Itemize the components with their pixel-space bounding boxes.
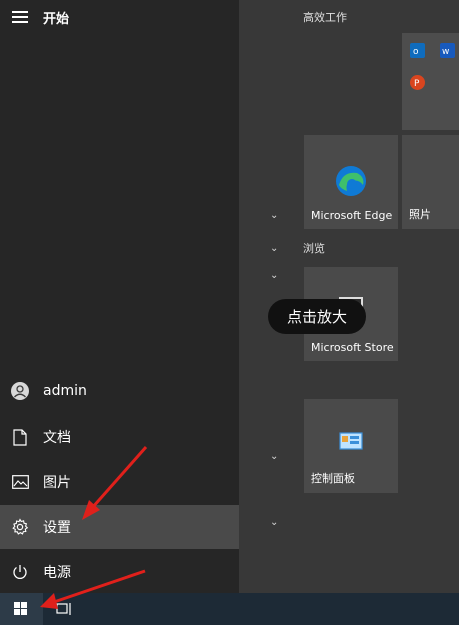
power-label: 电源 xyxy=(43,565,71,581)
photos-tile-label: 照片 xyxy=(409,208,431,221)
settings-label: 设置 xyxy=(43,520,71,536)
word-icon: w xyxy=(440,43,455,58)
documents-label: 文档 xyxy=(43,430,71,446)
store-tile-label: Microsoft Store xyxy=(311,341,394,354)
documents-item[interactable]: 文档 xyxy=(0,415,239,459)
document-icon xyxy=(11,428,29,446)
power-icon xyxy=(11,563,29,581)
start-menu-header: 开始 xyxy=(0,0,239,34)
control-panel-tile[interactable]: 控制面板 xyxy=(304,399,398,493)
user-name: admin xyxy=(43,383,87,399)
outlook-icon: o xyxy=(410,43,425,58)
group-title-productivity: 高效工作 xyxy=(303,11,347,24)
windows-logo-icon xyxy=(14,602,27,615)
edge-tile[interactable]: Microsoft Edge xyxy=(304,135,398,229)
group-title-browse: 浏览 xyxy=(303,242,325,255)
start-menu-title: 开始 xyxy=(43,12,70,27)
svg-text:P: P xyxy=(414,79,420,89)
svg-text:w: w xyxy=(442,47,449,57)
photos-tile[interactable]: 照片 xyxy=(402,135,459,229)
office-tile[interactable]: o w P xyxy=(402,33,459,130)
pictures-item[interactable]: 图片 xyxy=(0,460,239,504)
chevron-down-icon[interactable]: ⌄ xyxy=(270,243,278,254)
user-avatar-icon xyxy=(11,382,29,400)
start-button[interactable] xyxy=(0,593,43,625)
gear-icon xyxy=(11,518,29,536)
powerpoint-icon: P xyxy=(410,75,425,90)
chevron-down-icon[interactable]: ⌄ xyxy=(270,270,278,281)
taskbar xyxy=(0,593,459,625)
hamburger-icon[interactable] xyxy=(12,11,28,23)
zoom-hint-overlay[interactable]: 点击放大 xyxy=(268,299,366,334)
chevron-down-icon[interactable]: ⌄ xyxy=(270,210,278,221)
chevron-down-icon[interactable]: ⌄ xyxy=(270,451,278,462)
start-menu-left-rail: 开始 admin 文档 图片 设置 电源 xyxy=(0,0,239,593)
chevron-down-icon[interactable]: ⌄ xyxy=(270,517,278,528)
power-item[interactable]: 电源 xyxy=(0,550,239,594)
control-panel-tile-label: 控制面板 xyxy=(311,472,355,485)
tiles-area: 高效工作 o w P Microsoft Edge 照片 浏览 Microsof… xyxy=(239,0,459,593)
pictures-label: 图片 xyxy=(43,475,71,491)
picture-icon xyxy=(11,473,29,491)
svg-text:o: o xyxy=(413,47,419,57)
edge-tile-label: Microsoft Edge xyxy=(311,209,393,222)
task-view-icon[interactable] xyxy=(56,601,74,617)
settings-item[interactable]: 设置 xyxy=(0,505,239,549)
edge-icon xyxy=(335,165,367,197)
control-panel-icon xyxy=(339,432,363,452)
user-account-item[interactable]: admin xyxy=(0,369,239,413)
